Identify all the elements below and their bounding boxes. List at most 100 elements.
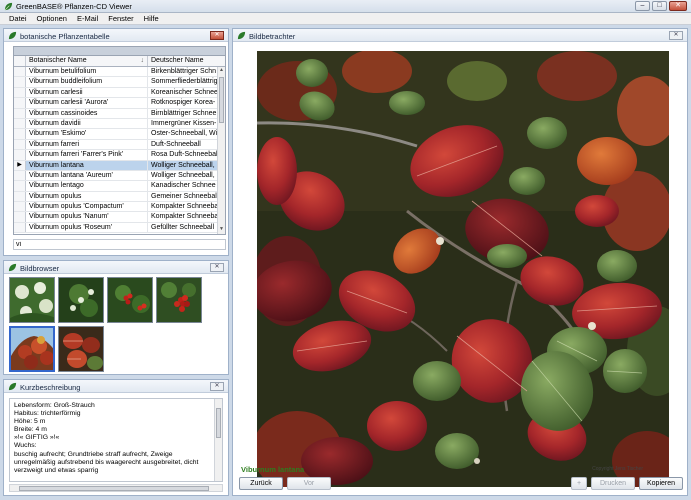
plant-table-panel: botanische Pflanzentabelle ✕ Botanischer… bbox=[3, 28, 229, 256]
leaf-icon bbox=[8, 31, 17, 40]
cell-german-name: Wolliger Schneeball, bbox=[151, 171, 215, 179]
table-scrollbar[interactable]: ▲ ▼ bbox=[217, 67, 225, 234]
cell-german-name: Gefüllter Schneeball bbox=[151, 223, 215, 231]
table-row[interactable]: Viburnum cassinoides Birnblättriger Schne… bbox=[14, 108, 225, 119]
cell-german-name: Gemeiner Schneeball bbox=[151, 192, 219, 200]
thumbnail-6[interactable] bbox=[58, 326, 104, 372]
menu-fenster[interactable]: Fenster bbox=[103, 13, 138, 24]
description-scrollbar[interactable] bbox=[214, 399, 222, 481]
table-row[interactable]: Viburnum farreri Duft-Schneeball bbox=[14, 139, 225, 151]
current-row-pointer-icon[interactable]: ▶ bbox=[14, 160, 26, 170]
cell-botanical-name: Viburnum carlesii bbox=[26, 87, 148, 98]
table-row[interactable]: Viburnum carlesii 'Aurora' Rotknospiger K… bbox=[14, 98, 225, 109]
leaf-logo-icon bbox=[4, 2, 13, 11]
table-row[interactable]: Viburnum carlesii Koreanischer Schnee bbox=[14, 87, 225, 99]
row-selector[interactable] bbox=[14, 222, 26, 233]
menu-email[interactable]: E-Mail bbox=[72, 13, 103, 24]
cell-german-name: Oster-Schneeball, Wi bbox=[151, 130, 218, 138]
close-short-description-button[interactable]: ✕ bbox=[210, 382, 224, 391]
description-line: Lebensform: Groß-Strauch bbox=[14, 402, 95, 409]
row-selector[interactable] bbox=[14, 67, 26, 77]
image-browser-header: Bildbrowser ✕ bbox=[4, 261, 228, 274]
cell-botanical-name: Viburnum farreri 'Farrer's Pink' bbox=[26, 150, 148, 160]
scroll-down-icon[interactable]: ▼ bbox=[218, 226, 225, 234]
menu-hilfe[interactable]: Hilfe bbox=[139, 13, 164, 24]
table-row[interactable]: Viburnum opulus Gemeiner Schneeball bbox=[14, 191, 225, 203]
leaf-icon bbox=[237, 31, 246, 40]
description-line: Höhe: 5 m bbox=[14, 418, 46, 426]
filter-input[interactable] bbox=[13, 239, 226, 250]
description-line: Wuchs: bbox=[14, 442, 37, 450]
window-title: GreenBASE® Pflanzen-CD Viewer bbox=[16, 2, 132, 11]
menu-optionen[interactable]: Optionen bbox=[32, 13, 72, 24]
row-selector[interactable] bbox=[14, 212, 26, 222]
cell-german-name: Koreanischer Schnee bbox=[151, 88, 218, 96]
plant-photo bbox=[257, 51, 669, 487]
table-group-strip bbox=[14, 47, 225, 56]
table-row[interactable]: Viburnum davidii Immergrüner Kissen- bbox=[14, 118, 225, 130]
cell-german-name: Birnblättriger Schnee bbox=[151, 109, 217, 117]
row-selector[interactable] bbox=[14, 181, 26, 191]
table-row[interactable]: Viburnum buddleifolium Sommerfliederblätt… bbox=[14, 77, 225, 88]
table-row[interactable]: ▶ Viburnum lantana Wolliger Schneeball, bbox=[14, 160, 225, 171]
column-german-name[interactable]: Deutscher Name bbox=[148, 56, 225, 66]
close-window-button[interactable]: ✕ bbox=[669, 1, 687, 11]
cell-botanical-name: Viburnum buddleifolium bbox=[26, 77, 148, 87]
back-button[interactable]: Zurück bbox=[239, 477, 283, 490]
row-selector[interactable] bbox=[14, 139, 26, 150]
minimize-button[interactable]: – bbox=[635, 1, 650, 11]
plant-table-header: botanische Pflanzentabelle ✕ bbox=[4, 29, 228, 42]
row-selector[interactable] bbox=[14, 170, 26, 181]
leaf-icon bbox=[8, 382, 17, 391]
cell-botanical-name: Viburnum carlesii 'Aurora' bbox=[26, 98, 148, 108]
row-selector[interactable] bbox=[14, 87, 26, 98]
table-row[interactable]: Viburnum farreri 'Farrer's Pink' Rosa Duf… bbox=[14, 150, 225, 161]
maximize-button[interactable]: □ bbox=[652, 1, 667, 11]
description-horizontal-scrollbar[interactable] bbox=[9, 484, 223, 492]
menu-bar: Datei Optionen E-Mail Fenster Hilfe bbox=[0, 13, 691, 25]
table-row[interactable]: Viburnum lentago Kanadischer Schnee bbox=[14, 181, 225, 192]
short-description-title: Kurzbeschreibung bbox=[20, 383, 81, 392]
close-image-browser-button[interactable]: ✕ bbox=[210, 263, 224, 272]
row-selector[interactable] bbox=[14, 150, 26, 160]
row-selector[interactable] bbox=[14, 202, 26, 212]
copy-button[interactable]: Kopieren bbox=[639, 477, 683, 490]
thumbnail-5-selected[interactable] bbox=[9, 326, 55, 372]
menu-datei[interactable]: Datei bbox=[4, 13, 32, 24]
table-row[interactable]: Viburnum opulus 'Roseum' Gefüllter Schnee… bbox=[14, 222, 225, 234]
table-row[interactable]: Viburnum lantana 'Aureum' Wolliger Schnee… bbox=[14, 170, 225, 182]
row-selector[interactable] bbox=[14, 191, 26, 202]
scroll-thumb[interactable] bbox=[216, 408, 221, 438]
close-image-viewer-button[interactable]: ✕ bbox=[669, 31, 683, 40]
thumbnail-3[interactable] bbox=[107, 277, 153, 323]
row-selector[interactable] bbox=[14, 129, 26, 139]
cell-german-name: Kompakter Schneeba bbox=[151, 203, 219, 211]
zoom-plus-button[interactable]: + bbox=[571, 477, 587, 490]
table-row[interactable]: Viburnum 'Eskimo' Oster-Schneeball, Wi bbox=[14, 129, 225, 140]
column-botanical-name[interactable]: Botanischer Name ↓ bbox=[26, 56, 148, 66]
scroll-up-icon[interactable]: ▲ bbox=[218, 67, 225, 75]
thumbnail-1[interactable] bbox=[9, 277, 55, 323]
cell-botanical-name: Viburnum farreri bbox=[26, 139, 148, 150]
print-button[interactable]: Drucken bbox=[591, 477, 635, 490]
row-selector[interactable] bbox=[14, 118, 26, 129]
thumbnail-4[interactable] bbox=[156, 277, 202, 323]
close-plant-table-button[interactable]: ✕ bbox=[210, 31, 224, 40]
row-selector[interactable] bbox=[14, 77, 26, 87]
row-selector[interactable] bbox=[14, 98, 26, 108]
cell-botanical-name: Viburnum opulus 'Nanum' bbox=[26, 212, 148, 222]
table-row[interactable]: Viburnum opulus 'Nanum' Kompakter Schneeb… bbox=[14, 212, 225, 223]
scroll-thumb[interactable] bbox=[19, 486, 209, 491]
image-viewer-panel: Bildbetrachter ✕ Viburnum lantana Copyri… bbox=[232, 28, 688, 496]
cell-botanical-name: Viburnum opulus 'Roseum' bbox=[26, 222, 148, 233]
short-description-panel: Kurzbeschreibung ✕ Lebensform: Groß-Stra… bbox=[3, 379, 229, 496]
cell-botanical-name: Viburnum cassinoides bbox=[26, 108, 148, 118]
row-selector[interactable] bbox=[14, 108, 26, 118]
scroll-thumb[interactable] bbox=[219, 77, 224, 123]
table-row[interactable]: Viburnum opulus 'Compactum' Kompakter Sch… bbox=[14, 202, 225, 213]
cell-botanical-name: Viburnum lantana 'Aureum' bbox=[26, 170, 148, 181]
forward-button[interactable]: Vor bbox=[287, 477, 331, 490]
description-text[interactable]: Lebensform: Groß-Strauch Habitus: tricht… bbox=[9, 398, 223, 482]
table-row[interactable]: Viburnum betulifolium Birkenblättriger Sc… bbox=[14, 67, 225, 78]
thumbnail-2[interactable] bbox=[58, 277, 104, 323]
